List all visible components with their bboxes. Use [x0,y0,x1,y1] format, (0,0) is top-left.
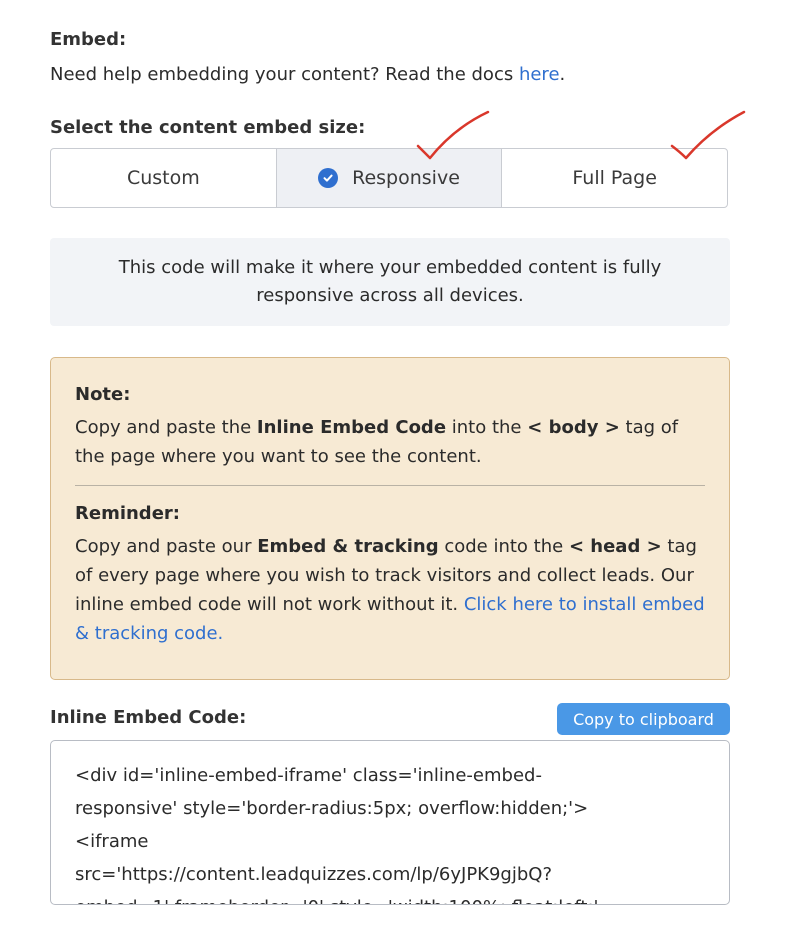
help-text: Need help embedding your content? Read t… [50,64,565,85]
check-circle-icon [318,168,339,188]
size-option-responsive-label: Responsive [352,167,460,189]
reminder-bold-part: < head > [568,536,662,557]
note-divider [75,485,705,486]
code-line: <div id='inline-embed-iframe' class='inl… [75,765,542,786]
red-checkmark-annotation [416,110,490,160]
note-box: Note: Copy and paste the Inline Embed Co… [50,357,730,680]
inline-embed-code-label: Inline Embed Code: [50,707,247,728]
reminder-text: Copy and paste our Embed & tracking code… [75,532,705,648]
help-text-suffix: . [559,64,566,85]
embed-heading: Embed: [50,29,127,50]
reminder-title: Reminder: [75,503,180,524]
select-size-label: Select the content embed size: [50,117,366,138]
code-line: embed=1' frameborder='0' style='width:10… [75,891,705,904]
size-option-custom[interactable]: Custom [51,149,276,207]
note-title: Note: [75,384,131,405]
size-option-group: Custom Responsive Full Page [50,148,728,208]
responsive-info-text: This code will make it where your embedd… [118,257,662,306]
red-checkmark-annotation [670,110,746,160]
copy-to-clipboard-button[interactable]: Copy to clipboard [557,703,730,735]
size-option-full-page-label: Full Page [572,167,657,189]
reminder-text-part: code into the [438,536,569,557]
code-line: responsive' style='border-radius:5px; ov… [75,798,589,819]
note-text: Copy and paste the Inline Embed Code int… [75,413,705,471]
embed-code-box[interactable]: <div id='inline-embed-iframe' class='inl… [50,740,730,905]
code-line: <iframe [75,831,149,852]
docs-link[interactable]: here [519,64,560,85]
note-text-part: into the [446,417,528,438]
reminder-text-part: Copy and paste our [75,536,258,557]
code-line: src='https://content.leadquizzes.com/lp/… [75,864,552,885]
note-bold-part: < body > [527,417,620,438]
size-option-custom-label: Custom [126,167,200,189]
note-text-part: Copy and paste the [75,417,257,438]
note-bold-part: Inline Embed Code [256,417,447,438]
help-text-prefix: Need help embedding your content? Read t… [50,64,519,85]
reminder-bold-part: Embed & tracking [257,536,439,557]
responsive-info-box: This code will make it where your embedd… [50,238,730,326]
